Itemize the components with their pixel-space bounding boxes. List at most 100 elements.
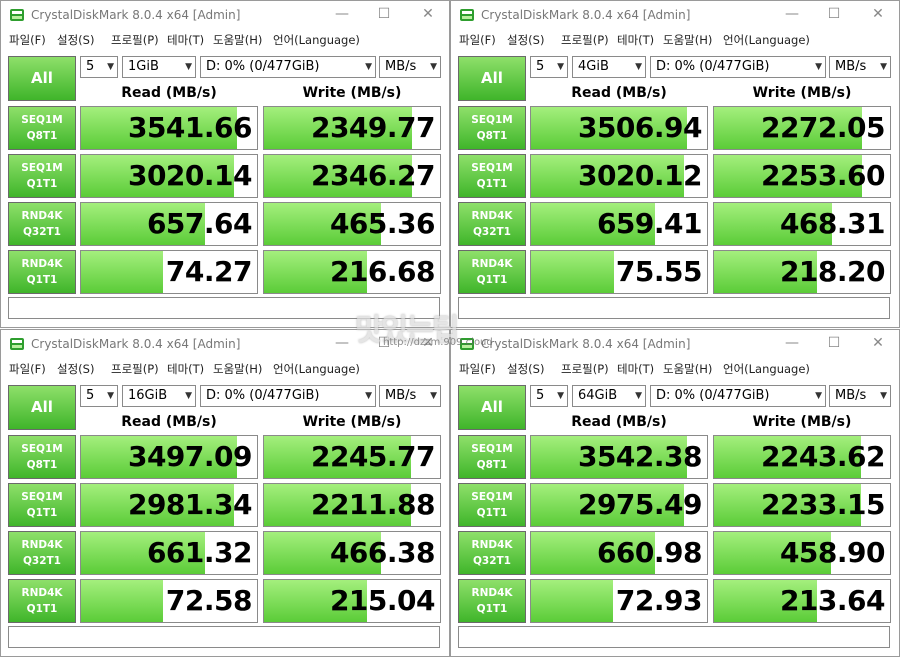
comment-field[interactable] (8, 297, 440, 319)
menu-item[interactable]: 설정(S) (507, 361, 544, 377)
test-queue: Q1T1 (476, 274, 508, 286)
maximize-icon[interactable]: ☐ (823, 333, 845, 353)
test-queue: Q1T1 (26, 178, 58, 190)
write-result: 2233.15 (713, 483, 891, 527)
test-button[interactable]: RND4K Q1T1 (458, 579, 526, 623)
size-select[interactable]: 4GiB ▼ (572, 56, 646, 78)
menu-item[interactable]: 프로필(P) (561, 32, 609, 48)
menu-item[interactable]: 테마(T) (617, 361, 654, 377)
size-select[interactable]: 1GiB ▼ (122, 56, 196, 78)
window-title: CrystalDiskMark 8.0.4 x64 [Admin] (481, 8, 691, 22)
test-button[interactable]: SEQ1M Q1T1 (8, 483, 76, 527)
menu-item[interactable]: 파일(F) (9, 361, 46, 377)
unit-select[interactable]: MB/s ▼ (829, 56, 891, 78)
test-button[interactable]: RND4K Q32T1 (458, 531, 526, 575)
window-title: CrystalDiskMark 8.0.4 x64 [Admin] (31, 337, 241, 351)
menu-item[interactable]: 언어(Language) (273, 361, 360, 377)
comment-field[interactable] (458, 297, 890, 319)
all-button[interactable]: All (458, 56, 526, 101)
menu-item[interactable]: 파일(F) (459, 361, 496, 377)
size-select[interactable]: 16GiB ▼ (122, 385, 196, 407)
close-icon[interactable]: ✕ (867, 4, 889, 24)
test-button[interactable]: RND4K Q1T1 (8, 579, 76, 623)
menu-item[interactable]: 파일(F) (459, 32, 496, 48)
drive-select-value: D: 0% (0/477GiB) (206, 59, 320, 74)
maximize-icon[interactable]: ☐ (373, 4, 395, 24)
close-icon[interactable]: ✕ (417, 333, 439, 353)
minimize-icon[interactable]: — (781, 333, 803, 353)
menu-item[interactable]: 테마(T) (617, 32, 654, 48)
menu-item[interactable]: 프로필(P) (561, 361, 609, 377)
comment-field[interactable] (458, 626, 890, 648)
close-icon[interactable]: ✕ (417, 4, 439, 24)
read-result: 3506.94 (530, 106, 708, 150)
crystaldiskmark-window: CrystalDiskMark 8.0.4 x64 [Admin] — ☐ ✕ 파일(F… (450, 0, 900, 328)
menu-item[interactable]: 설정(S) (57, 32, 94, 48)
maximize-icon[interactable]: ☐ (823, 4, 845, 24)
test-button[interactable]: SEQ1M Q1T1 (458, 154, 526, 198)
test-button[interactable]: RND4K Q1T1 (8, 250, 76, 294)
unit-select[interactable]: MB/s ▼ (379, 385, 441, 407)
drive-select[interactable]: D: 0% (0/477GiB) ▼ (200, 56, 376, 78)
menu-item[interactable]: 도움말(H) (213, 361, 262, 377)
test-button[interactable]: RND4K Q32T1 (458, 202, 526, 246)
all-button[interactable]: All (8, 385, 76, 430)
count-select[interactable]: 5 ▼ (530, 385, 568, 407)
read-result: 3541.66 (80, 106, 258, 150)
count-select[interactable]: 5 ▼ (80, 385, 118, 407)
count-select[interactable]: 5 ▼ (530, 56, 568, 78)
read-value: 2981.34 (127, 488, 253, 521)
test-button[interactable]: SEQ1M Q8T1 (458, 106, 526, 150)
read-bar (531, 580, 613, 622)
test-button[interactable]: SEQ1M Q1T1 (8, 154, 76, 198)
size-select[interactable]: 64GiB ▼ (572, 385, 646, 407)
unit-select[interactable]: MB/s ▼ (829, 385, 891, 407)
test-name: RND4K (471, 587, 513, 599)
all-button[interactable]: All (458, 385, 526, 430)
test-button[interactable]: SEQ1M Q8T1 (8, 106, 76, 150)
unit-select[interactable]: MB/s ▼ (379, 56, 441, 78)
menu-item[interactable]: 테마(T) (167, 32, 204, 48)
test-button[interactable]: RND4K Q32T1 (8, 202, 76, 246)
chevron-down-icon: ▼ (430, 62, 437, 72)
menu-bar: 파일(F) 설정(S) 프로필(P) 테마(T) 도움말(H) 언어(Language) (1, 358, 449, 380)
test-queue: Q1T1 (26, 603, 58, 615)
drive-select[interactable]: D: 0% (0/477GiB) ▼ (650, 385, 826, 407)
menu-item[interactable]: 언어(Language) (723, 32, 810, 48)
menu-item[interactable]: 프로필(P) (111, 361, 159, 377)
read-result: 3497.09 (80, 435, 258, 479)
write-header: Write (MB/s) (302, 414, 402, 430)
read-header: Read (MB/s) (121, 85, 217, 101)
test-button[interactable]: SEQ1M Q1T1 (458, 483, 526, 527)
menu-item[interactable]: 설정(S) (57, 361, 94, 377)
count-select[interactable]: 5 ▼ (80, 56, 118, 78)
minimize-icon[interactable]: — (781, 4, 803, 24)
read-result: 657.64 (80, 202, 258, 246)
menu-item[interactable]: 도움말(H) (663, 361, 712, 377)
test-button[interactable]: RND4K Q1T1 (458, 250, 526, 294)
comment-field[interactable] (8, 626, 440, 648)
all-button[interactable]: All (8, 56, 76, 101)
close-icon[interactable]: ✕ (867, 333, 889, 353)
test-button[interactable]: RND4K Q32T1 (8, 531, 76, 575)
drive-select[interactable]: D: 0% (0/477GiB) ▼ (200, 385, 376, 407)
test-button[interactable]: SEQ1M Q8T1 (458, 435, 526, 479)
menu-item[interactable]: 도움말(H) (213, 32, 262, 48)
test-name: SEQ1M (471, 491, 513, 503)
minimize-icon[interactable]: — (331, 333, 353, 353)
menu-item[interactable]: 프로필(P) (111, 32, 159, 48)
minimize-icon[interactable]: — (331, 4, 353, 24)
read-result: 72.58 (80, 579, 258, 623)
menu-item[interactable]: 언어(Language) (723, 361, 810, 377)
read-result: 72.93 (530, 579, 708, 623)
menu-item[interactable]: 설정(S) (507, 32, 544, 48)
write-result: 216.68 (263, 250, 441, 294)
menu-item[interactable]: 테마(T) (167, 361, 204, 377)
menu-item[interactable]: 도움말(H) (663, 32, 712, 48)
window-title: CrystalDiskMark 8.0.4 x64 [Admin] (31, 8, 241, 22)
test-button[interactable]: SEQ1M Q8T1 (8, 435, 76, 479)
menu-item[interactable]: 파일(F) (9, 32, 46, 48)
menu-item[interactable]: 언어(Language) (273, 32, 360, 48)
drive-select[interactable]: D: 0% (0/477GiB) ▼ (650, 56, 826, 78)
maximize-icon[interactable]: ☐ (373, 333, 395, 353)
